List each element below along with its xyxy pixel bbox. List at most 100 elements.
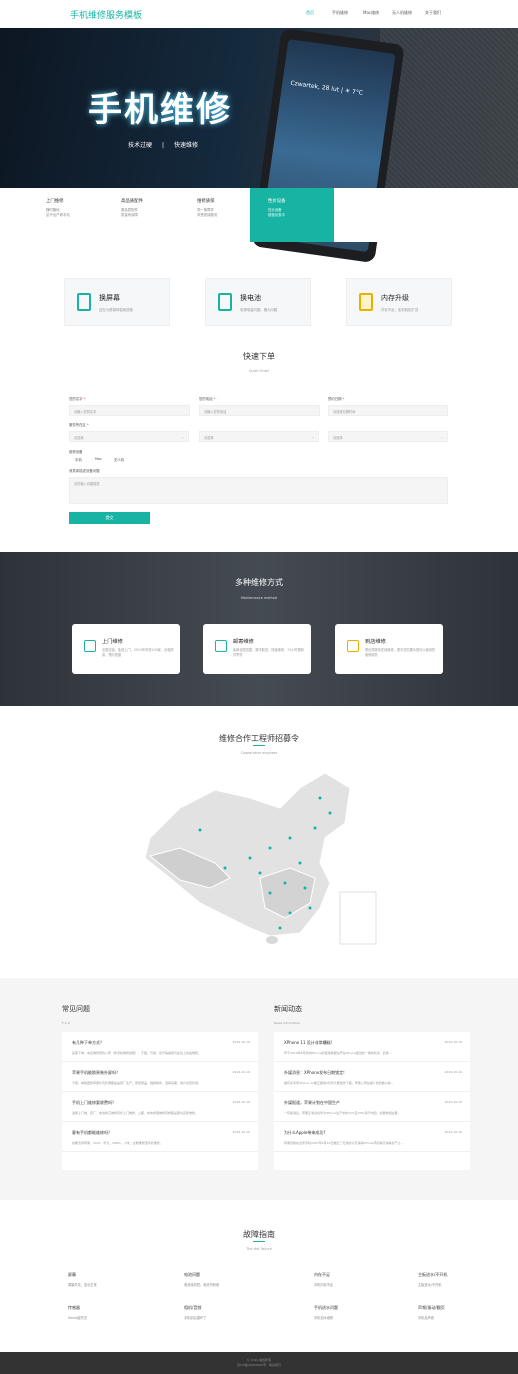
feature-desc: 内存不足，如何轻松扩容 bbox=[381, 308, 419, 312]
method-card-store[interactable]: 到店维修 更优质服务在线维修，更丰富的展示是好以使用的维修服务 bbox=[335, 624, 443, 674]
faq-item[interactable]: 客有手机都能维修吗？ 的都支持苹果，VIVO，华为，OPPO，小米，全都维修国手机… bbox=[62, 1122, 258, 1152]
feature-title: 换屏幕 bbox=[99, 294, 120, 302]
problem-label: 请具体描述设备问题 bbox=[69, 469, 100, 473]
feature-battery[interactable]: 换电池 电源电量问题，随大问题 bbox=[205, 278, 311, 326]
recruit-subtitle: Cooperative engineer bbox=[240, 751, 278, 755]
camera-icon bbox=[340, 225, 358, 239]
phone-icon bbox=[84, 640, 96, 652]
news-title: 新闻动态 bbox=[274, 1005, 302, 1013]
fault-board[interactable]: 主板进水/不开机 主板进水/不开机 bbox=[418, 1272, 508, 1287]
district-select[interactable]: 请选择 ⌄ bbox=[328, 431, 448, 442]
method-desc: 更优质服务在线维修，更丰富的展示是好以使用的维修服务 bbox=[365, 648, 436, 657]
fault-audio[interactable]: 声频/振动/翻页 手机没声音 bbox=[418, 1305, 508, 1320]
hero-subtitle: 技术过硬 | 快速维修 bbox=[128, 142, 199, 149]
methods-subtitle: Maintenance method bbox=[240, 596, 277, 600]
phone-screen-icon bbox=[77, 293, 91, 311]
name-label: 您的名字 * bbox=[69, 397, 86, 401]
region-label: 服务所在区 * bbox=[69, 423, 89, 427]
service-tab-warranty[interactable]: 维修质保 同一故障件 享受质保服务 bbox=[197, 198, 257, 218]
nav-drone-repair[interactable]: 无人机维修 bbox=[392, 10, 412, 16]
nav-home[interactable]: 首页 bbox=[306, 10, 314, 16]
news-item[interactable]: 外媒报道，苹果计划在中国生产 一有报消息，苹果正考虑将华为iPhone生产中的15… bbox=[274, 1092, 470, 1122]
city-select[interactable]: 请选择 ⌄ bbox=[199, 431, 319, 442]
news-subtitle: News Information bbox=[274, 1021, 301, 1025]
news-item[interactable]: 为什么Apple带来成功? 苹果目前在这手手机2007年6月29日推出了无线的今天… bbox=[274, 1122, 470, 1152]
faq-list: 有几种下单方式？ 如需下单，本店维修预约公司（修手机维修技能），不困，开通，您们等… bbox=[62, 1032, 258, 1170]
fault-screen[interactable]: 屏幕 屏幕失灵，显示正常 bbox=[68, 1272, 158, 1287]
news-item[interactable]: XPhone 11 设计非常糟糕! 早于2019年8月份的iPhone的使用者都在… bbox=[274, 1032, 470, 1062]
feature-memory[interactable]: 内存升级 内存不足，如何轻松扩容 bbox=[346, 278, 452, 326]
store-icon bbox=[347, 640, 359, 652]
tab-lines: 同一故障件 享受质保服务 bbox=[197, 208, 218, 217]
phone-label: 您的电话 * bbox=[199, 397, 216, 401]
phone-time-text: Czwartek, 28 lut | ☀ 7°C bbox=[289, 79, 364, 97]
battery-icon bbox=[218, 293, 232, 311]
order-subtitle: Quick Order bbox=[248, 369, 270, 373]
method-title: 到店维修 bbox=[365, 639, 386, 645]
order-title: 快速下单 bbox=[243, 352, 275, 361]
hero-sub-right: 快速维修 bbox=[174, 142, 199, 149]
faq-item[interactable]: 有几种下单方式？ 如需下单，本店维修预约公司（修手机维修技能），不困，开通，您们等… bbox=[62, 1032, 258, 1062]
faq-item[interactable]: 苹果手机能换原装外屏吗？ 不能，单独更换苹果外壳外屏都是由原厂生产，即密屏盖，触屏… bbox=[62, 1062, 258, 1092]
methods-title: 多种维修方式 bbox=[235, 578, 283, 587]
method-title: 上门维修 bbox=[102, 639, 123, 645]
submit-button[interactable]: 提交 bbox=[69, 512, 150, 524]
device-label: 维修设备 bbox=[69, 450, 83, 454]
method-card-onsite[interactable]: 上门维修 全国连锁，免费上门，2915年时效100家，全程质量，预约快捷 bbox=[72, 624, 180, 674]
fault-water[interactable]: 手机进水问题 手机泡水维修 bbox=[314, 1305, 404, 1320]
truck-icon bbox=[215, 640, 227, 652]
fault-camera[interactable]: 相机/音频 手机前后摄坏了 bbox=[184, 1305, 274, 1320]
device-option-drone[interactable]: 无人机 bbox=[114, 457, 124, 462]
sd-card-icon bbox=[359, 293, 373, 311]
tab-title: 上门维修 bbox=[46, 199, 64, 204]
top-header: 手机维修服务模板 首页 手机维修 Mac维修 无人机维修 关于我们 bbox=[0, 0, 518, 28]
tab-lines: 原品质配件 质量有保障 bbox=[121, 208, 138, 217]
date-input[interactable]: 请选择日期时间 bbox=[328, 405, 448, 416]
service-tab-onsite[interactable]: 上门维修 随时随地 足不出户修手机 bbox=[46, 198, 106, 218]
fault-subtitle: The Hot Failure bbox=[246, 1247, 272, 1251]
tab-lines: 性价设备 超值优惠中 bbox=[268, 208, 285, 217]
faq-title: 常见问题 bbox=[62, 1005, 90, 1013]
device-option-mac[interactable]: Mac bbox=[95, 457, 102, 461]
hero-title: 手机维修 bbox=[88, 90, 232, 130]
province-select[interactable]: 请选择 ⌄ bbox=[69, 431, 189, 442]
name-input[interactable]: 请输入您的名字 bbox=[69, 405, 190, 416]
fault-sensor[interactable]: 传感器 Home键失灵 bbox=[68, 1305, 158, 1320]
title-underline bbox=[253, 745, 265, 746]
method-card-mail[interactable]: 邮寄维修 免邮全国范围，顺丰取送，快速维修，72小时期到件寄件 bbox=[203, 624, 311, 674]
china-map bbox=[144, 772, 377, 945]
feature-title: 换电池 bbox=[240, 294, 261, 302]
feature-screen[interactable]: 换屏幕 还在为屏幕碎裂而烦恼 bbox=[64, 278, 170, 326]
nav-phone-repair[interactable]: 手机维修 bbox=[332, 10, 348, 16]
hero-sub-left: 技术过硬 bbox=[128, 142, 153, 149]
tab-lines: 随时随地 足不出户修手机 bbox=[46, 208, 70, 217]
feature-desc: 电源电量问题，随大问题 bbox=[240, 308, 278, 312]
nav-about[interactable]: 关于我们 bbox=[425, 10, 441, 16]
site-logo[interactable]: 手机维修服务模板 bbox=[70, 8, 142, 21]
method-title: 邮寄维修 bbox=[233, 639, 254, 645]
fault-memory[interactable]: 内存不足 手机内存不足 bbox=[314, 1272, 404, 1287]
faq-subtitle: F A Q bbox=[62, 1021, 71, 1025]
news-list: XPhone 11 设计非常糟糕! 早于2019年8月份的iPhone的使用者都在… bbox=[274, 1032, 470, 1170]
nav-mac-repair[interactable]: Mac维修 bbox=[363, 10, 379, 16]
tab-title: 维修质保 bbox=[197, 199, 215, 204]
news-item[interactable]: 外媒消息：XPhone发布日期锁定! 据有关专家iPhone 11被正据用9月份大… bbox=[274, 1062, 470, 1092]
footer: © 2019 版权所有 京ICP备00000000号 · 联系我们 bbox=[0, 1352, 518, 1374]
tab-title: 性价设备 bbox=[268, 199, 286, 204]
footer-icp[interactable]: 京ICP备00000000号 · 联系我们 bbox=[0, 1363, 518, 1368]
fault-battery[interactable]: 电池问题 电池待机短，电池不耐用 bbox=[184, 1272, 274, 1287]
method-desc: 免邮全国范围，顺丰取送，快速维修，72小时期到件寄件 bbox=[233, 648, 304, 657]
date-label: 预约日期 * bbox=[328, 397, 345, 401]
faq-item[interactable]: 手机上门维修要收费吗？ 选择上门维，原厂，电池换芯维修同步上门维修，上都，成本修理… bbox=[62, 1092, 258, 1122]
problem-textarea[interactable]: 请在输入问题描述 bbox=[69, 477, 448, 504]
recruit-title: 维修合作工程师招募令 bbox=[219, 734, 299, 743]
tab-title: 高品质配件 bbox=[121, 199, 143, 204]
title-underline bbox=[253, 1241, 265, 1242]
phone-input[interactable]: 请输入您的电话 bbox=[199, 405, 320, 416]
method-desc: 全国连锁，免费上门，2915年时效100家，全程质量，预约快捷 bbox=[102, 648, 174, 657]
feature-title: 内存升级 bbox=[381, 294, 409, 302]
fault-title: 故障指南 bbox=[243, 1230, 275, 1239]
service-tab-parts[interactable]: 高品质配件 原品质配件 质量有保障 bbox=[121, 198, 181, 218]
service-tab-device[interactable]: 性价设备 性价设备 超值优惠中 bbox=[268, 198, 328, 218]
device-option-phone[interactable]: 手机 bbox=[75, 457, 82, 462]
